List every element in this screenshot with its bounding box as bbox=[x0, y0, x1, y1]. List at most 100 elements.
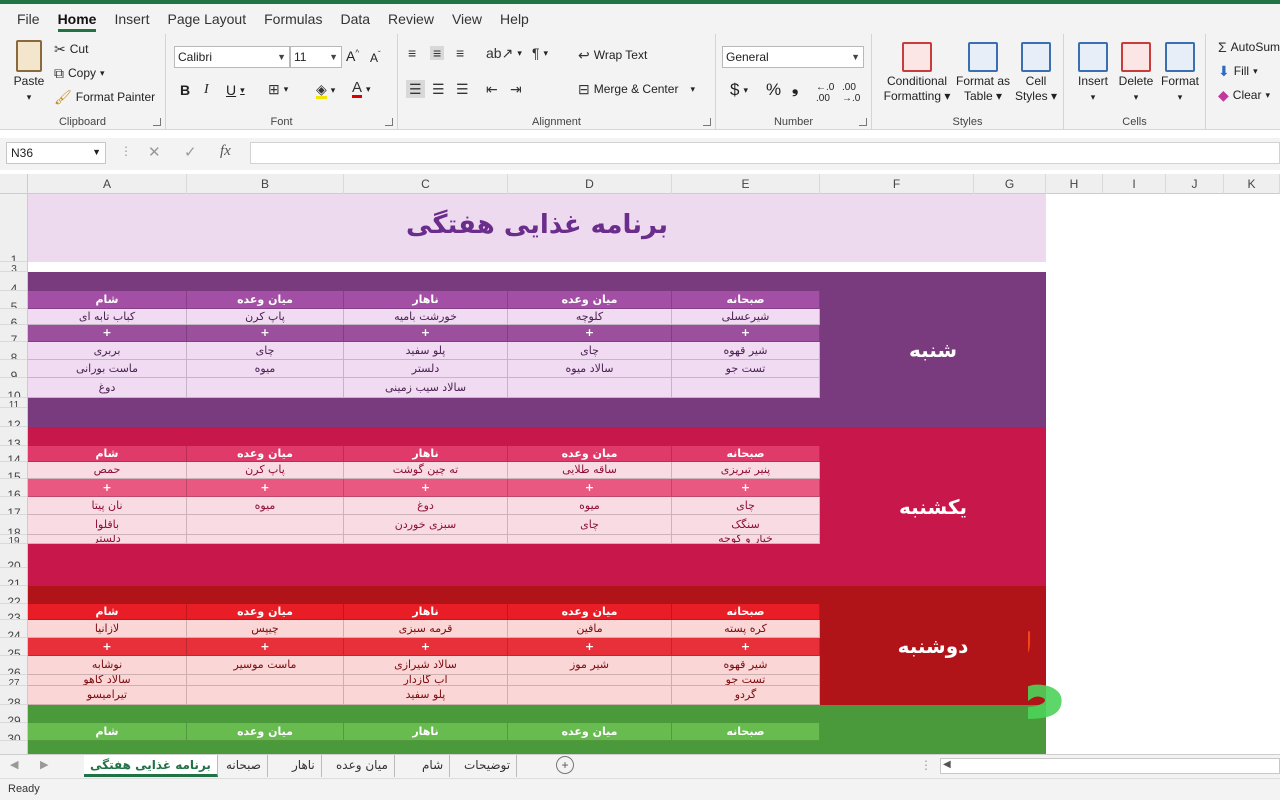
font-dialog-launcher[interactable] bbox=[385, 118, 393, 126]
column-header-e[interactable]: E bbox=[672, 174, 820, 194]
number-format-combo[interactable]: General ▼ bbox=[722, 46, 864, 68]
align-middle-button[interactable]: ≡ bbox=[430, 46, 445, 60]
cancel-icon[interactable]: ✕ bbox=[148, 143, 161, 161]
menu-tab-view[interactable]: View bbox=[443, 4, 491, 34]
fill-button[interactable]: ⬇ Fill ▾ bbox=[1218, 64, 1258, 78]
meal-header-cell[interactable]: شام bbox=[28, 723, 187, 741]
format-painter-button[interactable]: 🖌 Format Painter bbox=[54, 90, 155, 104]
sheet-tab[interactable]: میان وعده bbox=[330, 755, 395, 777]
add-row-cell[interactable]: + bbox=[187, 325, 344, 342]
add-row-cell[interactable]: + bbox=[672, 325, 820, 342]
meal-cell[interactable]: چای bbox=[672, 497, 820, 515]
insert-function-button[interactable]: fx bbox=[220, 143, 231, 160]
row-header-10[interactable]: 10 bbox=[0, 378, 27, 398]
meal-header-cell[interactable]: میان وعده bbox=[187, 291, 344, 309]
meal-cell[interactable]: خورشت بامیه bbox=[344, 309, 508, 325]
row-header-9[interactable]: 9 bbox=[0, 360, 27, 378]
meal-cell[interactable]: نان پیتا bbox=[28, 497, 187, 515]
row-header-30[interactable]: 30 bbox=[0, 723, 27, 741]
row-header-3[interactable]: 3 bbox=[0, 262, 27, 272]
align-bottom-button[interactable]: ≡ bbox=[456, 46, 464, 60]
sheet-tab[interactable]: صبحانه bbox=[220, 755, 268, 777]
meal-cell[interactable] bbox=[508, 535, 672, 544]
meal-cell[interactable]: پنیر تبریزی bbox=[672, 462, 820, 479]
meal-cell[interactable]: چای bbox=[187, 342, 344, 360]
meal-cell[interactable]: تست جو bbox=[672, 360, 820, 378]
decrease-indent-button[interactable]: ⇤ bbox=[486, 82, 498, 96]
meal-cell[interactable]: خیار و گوجه bbox=[672, 535, 820, 544]
meal-cell[interactable] bbox=[187, 378, 344, 398]
menu-tab-formulas[interactable]: Formulas bbox=[255, 4, 331, 34]
align-top-button[interactable]: ≡ bbox=[408, 46, 416, 60]
clipboard-dialog-launcher[interactable] bbox=[153, 118, 161, 126]
column-header-k[interactable]: K bbox=[1224, 174, 1280, 194]
meal-cell[interactable]: تیرامیسو bbox=[28, 686, 187, 705]
meal-cell[interactable]: چیپس bbox=[187, 620, 344, 638]
tab-split-handle[interactable]: ⋮ bbox=[920, 758, 932, 772]
row-header-20[interactable]: 20 bbox=[0, 544, 27, 568]
meal-cell[interactable]: سالاد میوه bbox=[508, 360, 672, 378]
meal-header-cell[interactable]: ناهار bbox=[344, 723, 508, 741]
meal-cell[interactable]: کباب تابه ای bbox=[28, 309, 187, 325]
italic-button[interactable]: I bbox=[204, 82, 209, 98]
row-header-29[interactable]: 29 bbox=[0, 705, 27, 723]
meal-header-cell[interactable]: ناهار bbox=[344, 291, 508, 309]
meal-header-cell[interactable]: میان وعده bbox=[508, 604, 672, 620]
meal-header-cell[interactable]: میان وعده bbox=[508, 723, 672, 741]
format-cells-button[interactable]: Format ▾ bbox=[1158, 42, 1202, 105]
row-header-13[interactable]: 13 bbox=[0, 427, 27, 446]
increase-indent-button[interactable]: ⇥ bbox=[510, 82, 522, 96]
meal-cell[interactable]: میوه bbox=[187, 360, 344, 378]
bold-button[interactable]: B bbox=[180, 82, 190, 98]
text-direction-button[interactable]: ¶ ▾ bbox=[532, 46, 548, 60]
row-header-17[interactable]: 17 bbox=[0, 497, 27, 515]
meal-cell[interactable]: ته چین گوشت bbox=[344, 462, 508, 479]
meal-cell[interactable]: ساقه طلایی bbox=[508, 462, 672, 479]
row-header-5[interactable]: 5 bbox=[0, 291, 27, 309]
row-header-28[interactable]: 28 bbox=[0, 686, 27, 705]
row-header-24[interactable]: 24 bbox=[0, 620, 27, 638]
meal-cell[interactable]: چای bbox=[508, 515, 672, 535]
row-header-19[interactable]: 19 bbox=[0, 535, 27, 544]
row-header-15[interactable]: 15 bbox=[0, 462, 27, 479]
row-header-8[interactable]: 8 bbox=[0, 342, 27, 360]
add-row-cell[interactable]: + bbox=[508, 479, 672, 497]
meal-header-cell[interactable]: صبحانه bbox=[672, 446, 820, 462]
align-right-button[interactable]: ☰ bbox=[456, 82, 469, 96]
meal-cell[interactable] bbox=[187, 515, 344, 535]
meal-header-cell[interactable]: میان وعده bbox=[508, 291, 672, 309]
meal-header-cell[interactable]: میان وعده bbox=[187, 723, 344, 741]
meal-cell[interactable]: گردو bbox=[672, 686, 820, 705]
row-header-23[interactable]: 23 bbox=[0, 604, 27, 620]
meal-header-cell[interactable]: شام bbox=[28, 291, 187, 309]
next-sheet-icon[interactable]: ▶ bbox=[40, 758, 48, 771]
column-header-a[interactable]: A bbox=[28, 174, 187, 194]
select-all-corner[interactable] bbox=[0, 174, 28, 194]
row-header-6[interactable]: 6 bbox=[0, 309, 27, 325]
meal-cell[interactable]: آب گازدار bbox=[344, 675, 508, 686]
add-row-cell[interactable]: + bbox=[28, 325, 187, 342]
meal-cell[interactable]: سبزی خوردن bbox=[344, 515, 508, 535]
add-row-cell[interactable]: + bbox=[344, 325, 508, 342]
column-header-b[interactable]: B bbox=[187, 174, 344, 194]
row-header-21[interactable]: 21 bbox=[0, 568, 27, 586]
add-row-cell[interactable]: + bbox=[508, 638, 672, 656]
fill-color-button[interactable]: ◈ ▾ bbox=[316, 82, 335, 99]
clear-button[interactable]: ◆ Clear ▾ bbox=[1218, 88, 1270, 102]
meal-cell[interactable]: دوغ bbox=[28, 378, 187, 398]
meal-cell[interactable]: لازانیا bbox=[28, 620, 187, 638]
menu-tab-home[interactable]: Home bbox=[49, 4, 106, 34]
row-header-12[interactable]: 12 bbox=[0, 408, 27, 427]
row-header-1[interactable]: 1 bbox=[0, 194, 27, 262]
borders-button[interactable]: ⊞ ▾ bbox=[268, 82, 288, 96]
meal-header-cell[interactable]: ناهار bbox=[344, 446, 508, 462]
column-header-j[interactable]: J bbox=[1166, 174, 1224, 194]
meal-cell[interactable]: شیر قهوه bbox=[672, 656, 820, 675]
align-left-button[interactable]: ☰ bbox=[406, 80, 425, 98]
meal-cell[interactable]: پلو سفید bbox=[344, 686, 508, 705]
cell-styles-button[interactable]: Cell Styles ▾ bbox=[1012, 42, 1060, 104]
add-row-cell[interactable]: + bbox=[344, 638, 508, 656]
formula-input[interactable] bbox=[250, 142, 1280, 164]
column-header-f[interactable]: F bbox=[820, 174, 974, 194]
sheet-tab[interactable]: توضیحات bbox=[458, 755, 518, 777]
